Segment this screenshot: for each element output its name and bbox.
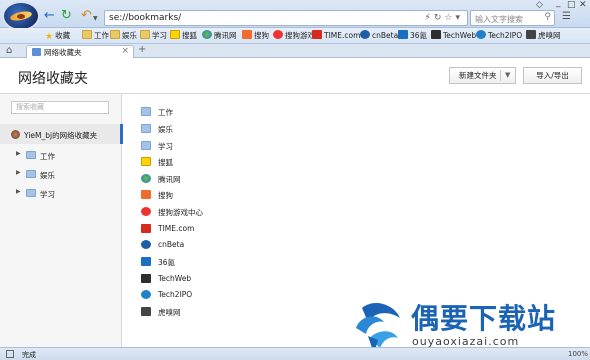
close-icon[interactable]: ✕ <box>579 0 587 10</box>
tab-bookmarks[interactable]: 网络收藏夹 × <box>26 45 134 58</box>
time-icon <box>141 224 151 233</box>
search-input[interactable]: 输入文字搜索 <box>475 14 523 25</box>
techweb-icon <box>431 30 441 39</box>
folder-icon <box>141 141 151 150</box>
sogou-game-icon <box>141 207 151 216</box>
back-arrow-icon[interactable]: ← <box>44 9 55 22</box>
sidebar-item-label: 工作 <box>40 152 55 161</box>
huxiu-icon <box>141 307 151 316</box>
folder-icon <box>141 107 151 116</box>
fav-item-36kr[interactable]: 36氪 <box>398 30 427 42</box>
tech2ipo-icon <box>476 30 486 39</box>
address-text[interactable]: se://bookmarks/ <box>109 13 181 23</box>
browser-logo-icon[interactable] <box>4 3 38 29</box>
chevron-down-icon[interactable]: ▼ <box>505 68 510 83</box>
refresh-small-icon[interactable]: ↻ <box>434 13 445 23</box>
sidebar-item-entertainment[interactable]: ▶ 娱乐 <box>0 167 122 181</box>
sidebar-root-label: YieM_bj的网络收藏夹 <box>24 131 98 140</box>
sidebar-toggle-icon[interactable] <box>6 350 14 358</box>
chevron-down-icon[interactable]: ▾ <box>455 13 463 23</box>
folder-icon <box>26 151 36 159</box>
sidebar-root-item[interactable]: YieM_bj的网络收藏夹 <box>0 124 123 144</box>
fav-item-entertainment[interactable]: 娱乐 <box>110 30 137 42</box>
folder-icon <box>82 30 92 39</box>
skin-icon[interactable]: ◇ <box>536 0 543 10</box>
sidebar-item-work[interactable]: ▶ 工作 <box>0 148 122 162</box>
cnbeta-icon <box>141 240 151 249</box>
fav-item-huxiu[interactable]: 虎嗅网 <box>526 30 561 42</box>
sogou-game-icon <box>273 30 283 39</box>
favorites-bar: ★ 收藏 工作 娱乐 学习 搜狐 腾讯网 搜狗 搜狗游戏 TIME.com cnB… <box>0 28 590 44</box>
lightning-icon[interactable]: ⚡ <box>425 13 434 23</box>
selection-indicator <box>120 124 123 144</box>
folder-icon <box>110 30 120 39</box>
sogou-icon <box>141 190 151 199</box>
fav-item-tech2ipo[interactable]: Tech2IPO <box>476 30 522 42</box>
maximize-icon[interactable]: □ <box>567 0 576 10</box>
folder-icon <box>26 189 36 197</box>
sidebar: 搜索收藏 YieM_bj的网络收藏夹 ▶ 工作 ▶ 娱乐 ▶ 学习 <box>0 94 123 347</box>
fav-item-sohu[interactable]: 搜狐 <box>170 30 197 42</box>
home-icon[interactable]: ⌂ <box>6 45 12 56</box>
status-text: 完成 <box>22 351 36 359</box>
sidebar-search-input[interactable]: 搜索收藏 <box>11 101 109 114</box>
sidebar-item-study[interactable]: ▶ 学习 <box>0 186 122 200</box>
huxiu-icon <box>526 30 536 39</box>
expand-arrow-icon[interactable]: ▶ <box>16 188 21 195</box>
fav-item-sogou[interactable]: 搜狗 <box>242 30 269 42</box>
undo-icon[interactable]: ↶ <box>81 9 92 22</box>
star-outline-icon[interactable]: ☆ <box>444 13 455 23</box>
fav-item-sogou-game[interactable]: 搜狗游戏 <box>273 30 315 42</box>
36kr-icon <box>141 257 151 266</box>
sidebar-item-label: 娱乐 <box>40 171 55 180</box>
fav-item-qq[interactable]: 腾讯网 <box>202 30 237 42</box>
new-folder-button[interactable]: 新建文件夹 ▼ <box>449 67 516 84</box>
new-tab-icon[interactable]: + <box>138 44 146 55</box>
undo-dropdown-icon[interactable]: ▼ <box>93 13 98 25</box>
search-box[interactable]: 输入文字搜索 ⚲ <box>470 10 555 26</box>
cnbeta-icon <box>360 30 370 39</box>
tech2ipo-icon <box>141 290 151 299</box>
new-folder-label: 新建文件夹 <box>459 71 497 80</box>
expand-arrow-icon[interactable]: ▶ <box>16 150 21 157</box>
bookmarks-tab-icon <box>32 48 41 56</box>
title-bar: ← ↻ ↶ ▼ se://bookmarks/ ⚡↻☆▾ 输入文字搜索 ⚲ ☰ … <box>0 0 590 29</box>
tab-bar: ⌂ 网络收藏夹 × + <box>0 44 590 58</box>
sogou-icon <box>242 30 252 39</box>
user-avatar-icon <box>11 130 20 139</box>
minimize-icon[interactable]: _ <box>556 0 561 8</box>
fav-item-techweb[interactable]: TechWeb <box>431 30 476 42</box>
menu-icon[interactable]: ☰ <box>562 11 571 22</box>
techweb-icon <box>141 274 151 283</box>
search-icon[interactable]: ⚲ <box>544 12 551 22</box>
sidebar-item-label: 学习 <box>40 190 55 199</box>
36kr-icon <box>398 30 408 39</box>
status-bar: 完成 100% <box>0 347 590 360</box>
fav-item-study[interactable]: 学习 <box>140 30 167 42</box>
qq-icon <box>202 30 212 39</box>
refresh-icon[interactable]: ↻ <box>61 9 72 22</box>
folder-icon <box>141 124 151 133</box>
sohu-icon <box>170 30 180 39</box>
fav-item-time[interactable]: TIME.com <box>312 30 360 42</box>
page-title: 网络收藏夹 <box>18 71 88 87</box>
fav-item-work[interactable]: 工作 <box>82 30 109 42</box>
fav-item-cnbeta[interactable]: cnBeta <box>360 30 398 42</box>
folder-icon <box>26 170 36 178</box>
star-icon: ★ <box>45 32 54 42</box>
tab-label: 网络收藏夹 <box>44 48 82 57</box>
watermark-brand: 偶要下载站 <box>411 302 557 335</box>
button-separator <box>500 70 501 81</box>
import-export-button[interactable]: 导入/导出 <box>523 67 582 84</box>
fav-item-favorites[interactable]: ★ 收藏 <box>45 30 70 42</box>
expand-arrow-icon[interactable]: ▶ <box>16 169 21 176</box>
zoom-level[interactable]: 100% <box>568 350 588 358</box>
address-bar[interactable]: se://bookmarks/ ⚡↻☆▾ <box>104 10 468 26</box>
sohu-icon <box>141 157 151 166</box>
folder-icon <box>140 30 150 39</box>
time-icon <box>312 30 322 39</box>
qq-icon <box>141 174 151 183</box>
tab-close-icon[interactable]: × <box>121 46 129 56</box>
